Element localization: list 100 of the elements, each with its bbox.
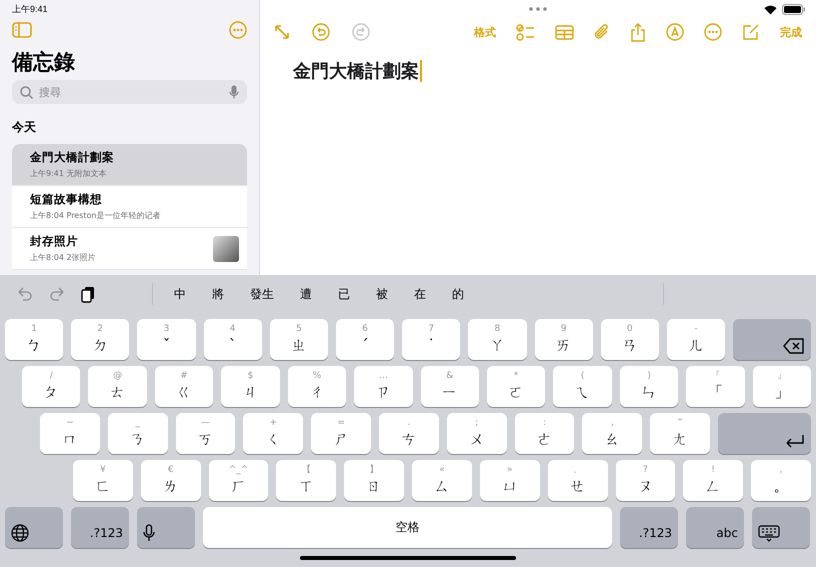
table-icon[interactable] bbox=[555, 24, 574, 40]
keyboard-key[interactable]: * ㄛ bbox=[486, 366, 546, 407]
keyboard-key[interactable]: : ㄜ bbox=[514, 413, 574, 454]
microphone-icon[interactable] bbox=[229, 85, 239, 99]
keyboard-key[interactable]: _ ㄋ bbox=[108, 413, 168, 454]
keyboard-key[interactable]: ” ㄤ bbox=[650, 413, 710, 454]
candidate-word[interactable]: 發生 bbox=[237, 286, 287, 302]
globe-icon bbox=[11, 524, 29, 542]
keyboard-key[interactable]: 6 ˊ bbox=[336, 319, 394, 360]
keyboard-key[interactable]: 『 「 bbox=[686, 366, 745, 407]
keyboard-key[interactable]: , 。 bbox=[751, 460, 811, 501]
paste-icon[interactable] bbox=[81, 286, 95, 302]
keyboard-key[interactable]: 1 ㄅ bbox=[5, 319, 64, 360]
keyboard-key[interactable]: = ㄕ bbox=[311, 413, 371, 454]
keyboard-key[interactable]: — ㄎ bbox=[176, 413, 236, 454]
note-preview: 上午8:04 2张照片 bbox=[30, 252, 97, 263]
keyboard-key[interactable]: , ㄠ bbox=[582, 413, 642, 454]
note-preview: 上午9:41 无附加文本 bbox=[30, 168, 108, 179]
search-field[interactable]: 搜尋 bbox=[12, 80, 247, 104]
mode-key[interactable]: .?123 bbox=[620, 507, 678, 548]
mode-key[interactable]: .?123 bbox=[71, 507, 129, 548]
wifi-icon bbox=[764, 4, 777, 14]
candidate-word[interactable]: 被 bbox=[363, 286, 401, 302]
keyboard-key[interactable]: ) ㄣ bbox=[620, 366, 678, 407]
keyboard-key[interactable]: 9 ㄞ bbox=[534, 319, 593, 360]
delete-key[interactable] bbox=[733, 319, 812, 360]
pen-tip-icon[interactable] bbox=[666, 23, 684, 41]
keyboard-key[interactable]: - ㄦ bbox=[666, 319, 726, 360]
candidate-word[interactable]: 將 bbox=[199, 286, 237, 302]
keyboard-key[interactable]: ~ ㄇ bbox=[40, 413, 100, 454]
keyboard-key[interactable]: + ㄑ bbox=[243, 413, 304, 454]
redo-icon[interactable] bbox=[49, 287, 65, 301]
more-icon[interactable] bbox=[229, 21, 247, 39]
candidate-word[interactable]: 中 bbox=[161, 286, 199, 302]
keyboard-key[interactable]: 7 ˙ bbox=[402, 319, 460, 360]
hide-keyboard-key[interactable] bbox=[752, 507, 810, 548]
keyboard-key[interactable]: 、 ㄝ bbox=[548, 460, 608, 501]
candidate-word[interactable]: 在 bbox=[401, 286, 439, 302]
more-icon[interactable] bbox=[704, 23, 722, 41]
keyboard-key[interactable]: 4 ˋ bbox=[204, 319, 262, 360]
keyboard-key[interactable]: @ ㄊ bbox=[88, 366, 147, 407]
note-title: 金門大橋計劃案 bbox=[30, 150, 115, 165]
battery-icon bbox=[782, 4, 806, 15]
keyboard-key[interactable]: 2 ㄉ bbox=[71, 319, 130, 360]
keyboard-key[interactable]: 3 ˇ bbox=[137, 319, 196, 360]
section-header: 今天 bbox=[12, 119, 37, 135]
note-item[interactable]: 短篇故事構想 上午8:04 Preston是一位年轻的记者 bbox=[12, 186, 247, 228]
microphone-icon bbox=[143, 524, 155, 542]
keyboard-key[interactable]: ¥ ㄈ bbox=[73, 460, 133, 501]
keyboard-key[interactable]: ( ㄟ bbox=[553, 366, 612, 407]
mode-key[interactable]: abc bbox=[686, 507, 744, 548]
keyboard-key[interactable]: » ㄩ bbox=[480, 460, 540, 501]
keyboard-key[interactable]: . ㄘ bbox=[378, 413, 439, 454]
note-heading[interactable]: 金門大橋計劃案 bbox=[293, 59, 419, 83]
globe-key[interactable] bbox=[5, 507, 63, 548]
keyboard-key[interactable]: / ㄆ bbox=[22, 366, 80, 407]
return-icon bbox=[784, 434, 805, 448]
compose-icon[interactable] bbox=[742, 23, 760, 41]
undo-icon[interactable] bbox=[312, 23, 330, 41]
keyboard-key[interactable]: # ㄍ bbox=[154, 366, 214, 407]
search-icon bbox=[20, 86, 33, 99]
keyboard-key[interactable]: ; ㄨ bbox=[446, 413, 507, 454]
dictation-key[interactable] bbox=[137, 507, 195, 548]
keyboard-key[interactable]: € ㄌ bbox=[140, 460, 201, 501]
keyboard-key[interactable]: … ㄗ bbox=[354, 366, 413, 407]
keyboard-key[interactable]: $ ㄐ bbox=[221, 366, 280, 407]
keyboard-key[interactable]: 8 ㄚ bbox=[468, 319, 526, 360]
status-time: 上午9:41 bbox=[12, 3, 49, 16]
keyboard-key[interactable]: 】 ㄖ bbox=[344, 460, 404, 501]
note-title: 短篇故事構想 bbox=[30, 192, 103, 207]
notes-title: 備忘錄 bbox=[12, 49, 76, 76]
candidate-word[interactable]: 已 bbox=[325, 286, 363, 302]
keyboard-key[interactable]: 』 」 bbox=[752, 366, 812, 407]
photo-placeholder bbox=[213, 236, 239, 262]
note-preview: 上午8:04 Preston是一位年轻的记者 bbox=[30, 210, 162, 221]
sidebar-icon[interactable] bbox=[12, 22, 32, 38]
keyboard-key[interactable]: 【 ㄒ bbox=[276, 460, 336, 501]
keyboard-key[interactable]: % ㄔ bbox=[288, 366, 346, 407]
note-item[interactable]: 金門大橋計劃案 上午9:41 无附加文本 bbox=[12, 144, 247, 186]
keyboard-key[interactable]: ? ㄡ bbox=[616, 460, 676, 501]
delete-icon bbox=[783, 338, 806, 354]
paperclip-icon[interactable] bbox=[594, 23, 610, 41]
note-item[interactable]: 封存照片 上午8:04 2张照片 bbox=[12, 228, 247, 270]
keyboard-key[interactable]: ! ㄥ bbox=[683, 460, 744, 501]
keyboard-icon bbox=[758, 525, 780, 542]
share-icon[interactable] bbox=[630, 22, 646, 42]
keyboard-key[interactable]: 0 ㄢ bbox=[600, 319, 659, 360]
text-cursor bbox=[420, 60, 422, 82]
undo-icon[interactable] bbox=[17, 287, 33, 301]
keyboard-key[interactable]: 5 ㄓ bbox=[270, 319, 328, 360]
note-title: 封存照片 bbox=[30, 234, 79, 249]
checklist-icon[interactable] bbox=[516, 24, 535, 40]
candidate-word[interactable]: 的 bbox=[439, 286, 477, 302]
keyboard-key[interactable]: ^_^ ㄏ bbox=[208, 460, 268, 501]
multitask-dots-icon[interactable] bbox=[529, 6, 547, 10]
space-key[interactable]: 空格 bbox=[203, 507, 612, 548]
keyboard-key[interactable]: & ㄧ bbox=[420, 366, 479, 407]
candidate-word[interactable]: 遭 bbox=[287, 286, 325, 302]
keyboard-key[interactable]: « ㄙ bbox=[412, 460, 472, 501]
expand-icon[interactable] bbox=[274, 24, 290, 40]
